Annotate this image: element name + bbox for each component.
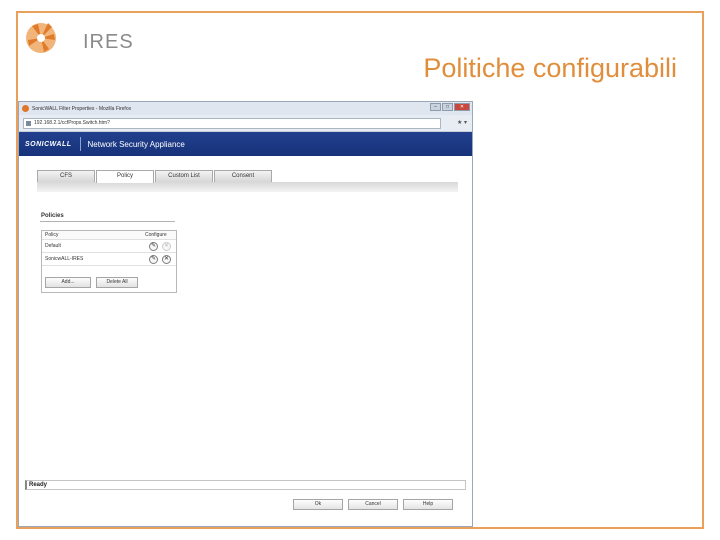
status-bar: Ready [25, 480, 466, 490]
minimize-button[interactable]: – [430, 103, 441, 111]
add-policy-button[interactable]: Add... [45, 277, 91, 288]
table-row[interactable]: Default ✎ ✕ [42, 240, 176, 253]
logo-name: IRES [83, 31, 134, 53]
edit-pencil-icon[interactable]: ✎ [149, 242, 158, 251]
browser-window: SonicWALL Filter Properties - Mozilla Fi… [18, 101, 473, 527]
help-button[interactable]: Help [403, 499, 453, 510]
policies-heading: Policies [41, 213, 64, 219]
tab-bar: CFS Policy Custom List Consent [37, 170, 273, 183]
cancel-button[interactable]: Cancel [348, 499, 398, 510]
maximize-button[interactable]: □ [442, 103, 453, 111]
window-title: SonicWALL Filter Properties - Mozilla Fi… [32, 105, 132, 112]
policy-actions: Add... Delete All [45, 277, 138, 288]
policy-name: SonicwALL-IRES [45, 256, 84, 262]
sunburst-logo-icon [26, 23, 56, 53]
window-controls: – □ ✕ [430, 103, 470, 111]
window-titlebar: SonicWALL Filter Properties - Mozilla Fi… [19, 102, 472, 115]
policy-name: Default [45, 243, 61, 249]
bookmark-star-icon[interactable]: ★ ▾ [457, 119, 467, 126]
url-input[interactable]: 192.168.2.1/ccfProps.Switch.htm? [23, 117, 441, 129]
tab-custom-list[interactable]: Custom List [155, 170, 213, 182]
product-banner: SONICWALL Network Security Appliance [19, 132, 472, 156]
ires-logo: IRES [24, 18, 133, 64]
tab-strip-rule [37, 182, 458, 192]
url-bar: 192.168.2.1/ccfProps.Switch.htm? ★ ▾ [19, 115, 472, 132]
page-icon [26, 120, 31, 126]
dialog-buttons: Ok Cancel Help [293, 499, 453, 510]
product-name: Network Security Appliance [87, 139, 185, 149]
close-button[interactable]: ✕ [454, 103, 470, 111]
policies-divider [40, 221, 175, 222]
column-configure: Configure [145, 232, 167, 238]
firefox-icon [22, 105, 29, 112]
tab-consent[interactable]: Consent [214, 170, 272, 182]
tab-cfs[interactable]: CFS [37, 170, 95, 182]
policies-table: Policy Configure Default ✎ ✕ SonicwALL-I… [41, 230, 177, 293]
table-row[interactable]: SonicwALL-IRES ✎ ✕ [42, 253, 176, 266]
banner-divider [79, 137, 81, 151]
delete-icon[interactable]: ✕ [162, 255, 171, 264]
column-policy: Policy [45, 232, 59, 238]
tab-policy[interactable]: Policy [96, 170, 154, 183]
ok-button[interactable]: Ok [293, 499, 343, 510]
sonicwall-logo: SONICWALL [25, 140, 72, 148]
slide-title: Politiche configurabili [423, 53, 677, 83]
delete-icon: ✕ [162, 242, 171, 251]
table-header: Policy Configure [42, 231, 176, 240]
url-text: 192.168.2.1/ccfProps.Switch.htm? [34, 119, 110, 126]
edit-pencil-icon[interactable]: ✎ [149, 255, 158, 264]
delete-all-button[interactable]: Delete All [96, 277, 138, 288]
